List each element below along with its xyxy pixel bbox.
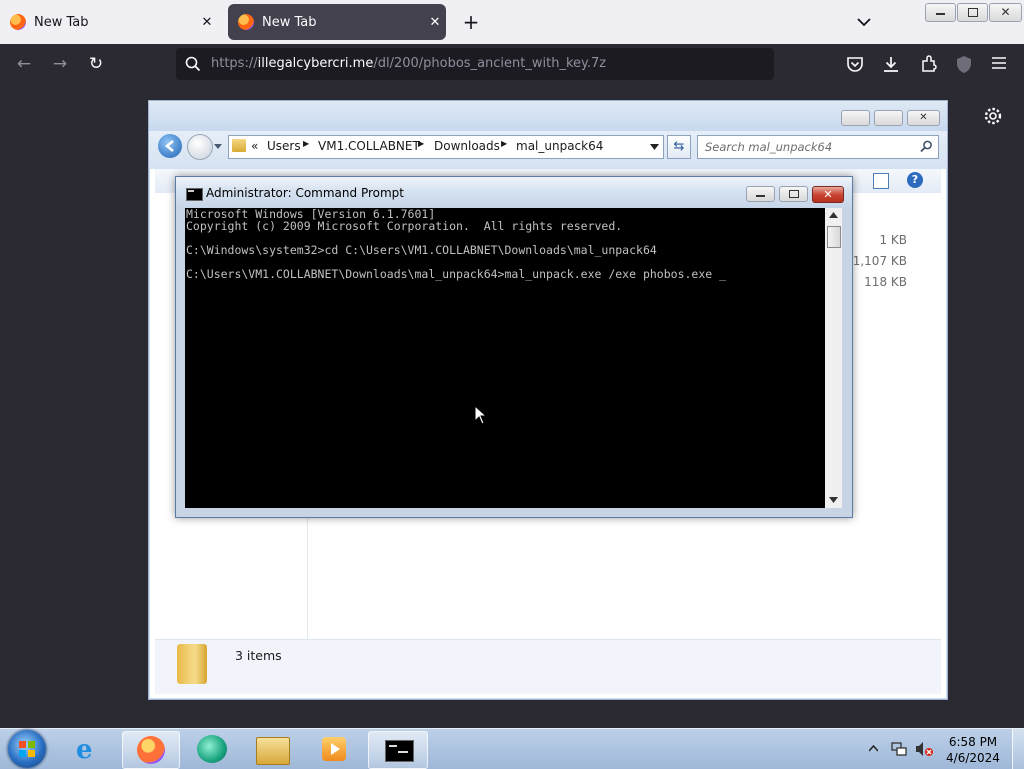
search-input[interactable]: Search mal_unpack64 [697,135,939,159]
cmd-console[interactable]: Microsoft Windows [Version 6.1.7601] Cop… [185,208,825,508]
search-icon [185,56,201,72]
url-bar[interactable]: https://illegalcybercri.me/dl/200/phobos… [176,48,774,80]
help-icon[interactable]: ? [907,172,923,188]
tab-bar: New Tab ✕ New Tab ✕ + ✕ [0,0,1024,44]
firefox-icon [137,736,165,764]
pocket-icon[interactable] [846,56,864,73]
firefox-icon [10,14,26,30]
folder-icon [177,644,207,684]
extensions-icon[interactable] [920,55,938,73]
maximize-button[interactable] [874,110,903,126]
menu-icon[interactable] [991,56,1007,70]
breadcrumb-chevrons[interactable]: « [251,139,258,153]
ublock-origin-icon[interactable] [955,55,973,74]
minimize-button[interactable] [746,186,775,202]
folder-icon [232,139,246,152]
firefox-icon [238,14,254,30]
downloads-icon[interactable] [882,55,900,73]
list-all-tabs-icon[interactable] [854,10,874,34]
clock-date: 4/6/2024 [946,751,1000,765]
maximize-button[interactable] [779,186,808,202]
clock-time: 6:58 PM [948,735,998,749]
scroll-thumb[interactable] [827,226,841,248]
cmd-output: Microsoft Windows [Version 6.1.7601] Cop… [186,207,727,281]
close-tab-icon[interactable]: ✕ [424,15,446,30]
tab-new-tab-1[interactable]: New Tab ✕ [0,4,218,40]
chevron-down-icon[interactable] [213,143,223,151]
reload-icon[interactable]: ↻ [84,52,108,76]
start-button[interactable] [8,730,46,768]
scroll-up-icon[interactable] [829,212,838,218]
breadcrumb-separator-icon[interactable]: ▶ [418,139,424,148]
item-count: 3 items [235,648,282,663]
media-player-icon [322,737,346,761]
close-tab-icon[interactable]: ✕ [196,15,218,30]
system-clock[interactable]: 6:58 PM 4/6/2024 [944,734,1002,766]
preview-pane-icon[interactable] [873,173,889,189]
explorer-taskbar-button[interactable] [244,731,300,767]
scroll-down-icon[interactable] [829,497,838,503]
close-window-button[interactable]: ✕ [907,110,940,126]
tab-new-tab-2[interactable]: New Tab ✕ [228,4,446,40]
cmd-icon [186,188,203,201]
forward-icon[interactable]: → [48,52,72,76]
firefox-taskbar-button[interactable] [122,731,180,769]
breadcrumb-vm1-collabnet[interactable]: VM1.COLLABNET [318,139,420,153]
folder-icon [256,737,290,765]
mouse-cursor-icon [474,405,488,425]
tab-title: New Tab [34,14,89,30]
close-window-button[interactable]: ✕ [989,3,1022,22]
app-icon [197,735,227,763]
internet-explorer-taskbar-button[interactable]: e [62,731,118,767]
cmd-icon [385,740,414,762]
cmd-title-bar[interactable]: Administrator: Command Prompt ✕ [176,177,852,208]
network-icon[interactable] [890,740,908,758]
details-pane: 3 items [155,639,941,694]
breadcrumb-mal-unpack64[interactable]: mal_unpack64 [516,139,603,153]
address-bar[interactable]: « Users ▶ VM1.COLLABNET ▶ Downloads ▶ ma… [228,135,664,159]
search-placeholder: Search mal_unpack64 [705,140,833,154]
search-icon[interactable] [920,140,933,153]
navigation-bar: ← → ↻ https://illegalcybercri.me/dl/200/… [0,44,1024,85]
gear-icon[interactable] [983,106,1003,126]
breadcrumb-users[interactable]: Users [267,139,301,153]
file-size: 118 KB [864,275,907,289]
file-size: 1 KB [879,233,907,247]
breadcrumb-separator-icon[interactable]: ▶ [303,139,309,148]
refresh-icon[interactable]: ⇆ [667,135,691,159]
media-player-taskbar-button[interactable] [306,731,362,767]
chevron-down-icon[interactable] [650,144,659,150]
back-icon[interactable]: ← [12,52,36,76]
show-hidden-icons-icon[interactable] [869,745,878,752]
breadcrumb-downloads[interactable]: Downloads [434,139,500,153]
tab-title: New Tab [262,14,317,30]
volume-muted-icon[interactable] [914,740,934,758]
internet-explorer-icon: e [76,735,93,765]
back-button[interactable] [158,134,182,158]
cmd-taskbar-button[interactable] [368,731,428,769]
app-taskbar-button[interactable] [184,731,240,767]
cmd-title: Administrator: Command Prompt [206,186,404,200]
new-tab-button[interactable]: + [460,10,482,34]
show-desktop-button[interactable] [1012,729,1024,769]
forward-button[interactable] [187,134,213,160]
breadcrumb-separator-icon[interactable]: ▶ [501,139,507,148]
close-window-button[interactable]: ✕ [812,186,844,203]
command-prompt-window: Administrator: Command Prompt ✕ Microsof… [175,176,853,518]
explorer-title-bar: ✕ [149,101,947,131]
url-text: https://illegalcybercri.me/dl/200/phobos… [211,56,607,71]
cmd-scrollbar[interactable] [825,208,842,508]
minimize-button[interactable] [925,3,956,22]
minimize-button[interactable] [841,110,870,126]
explorer-nav-bar: « Users ▶ VM1.COLLABNET ▶ Downloads ▶ ma… [149,131,947,169]
restore-button[interactable] [957,3,988,22]
taskbar: e 6:58 PM 4/6/2024 [0,728,1024,769]
